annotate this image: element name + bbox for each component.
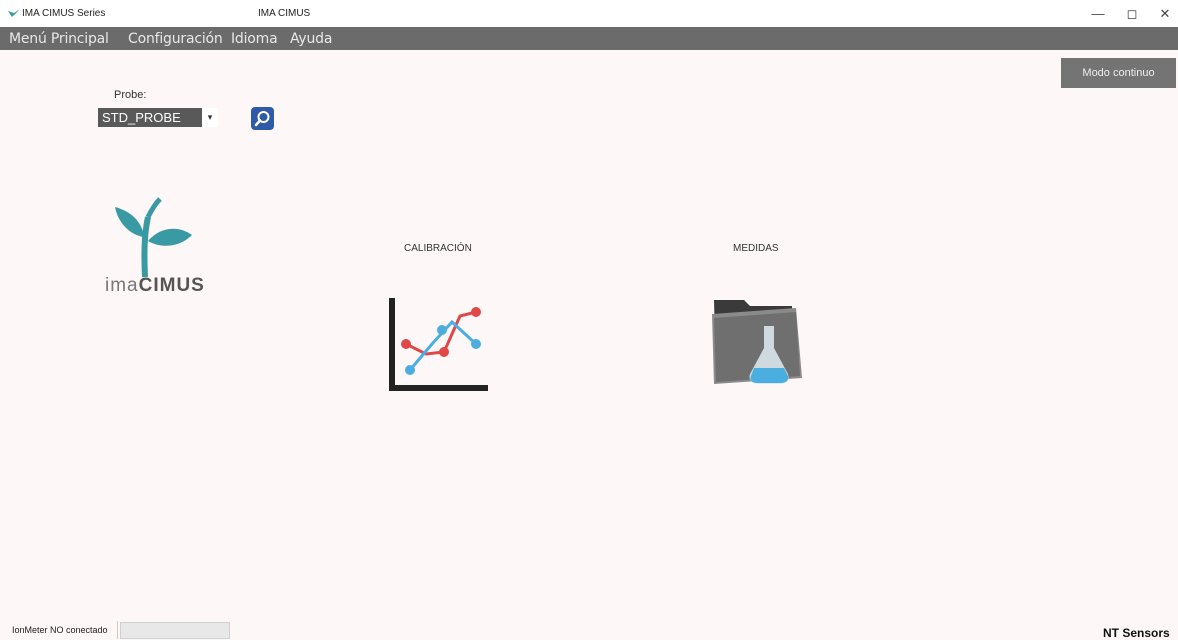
close-button[interactable]: ✕	[1150, 4, 1178, 24]
brand-label: NT Sensors	[1103, 626, 1170, 640]
app-title: IMA CIMUS Series	[22, 8, 106, 19]
menu-bar: Menú Principal Configuración Idioma Ayud…	[0, 27, 1178, 50]
calibracion-label: CALIBRACIÓN	[404, 243, 472, 254]
search-icon	[254, 111, 270, 127]
window-title: IMA CIMUS	[258, 8, 311, 19]
probe-select[interactable]: STD_PROBE ▾	[98, 108, 218, 127]
menu-ayuda[interactable]: Ayuda	[290, 31, 332, 47]
maximize-button[interactable]: ◻	[1117, 4, 1147, 24]
status-bar: IonMeter NO conectado	[0, 621, 1178, 639]
title-bar: IMA CIMUS Series IMA CIMUS — ◻ ✕	[0, 0, 1178, 27]
medidas-label: MEDIDAS	[733, 243, 779, 254]
status-separator	[117, 621, 118, 639]
modo-continuo-button[interactable]: Modo continuo	[1061, 58, 1176, 88]
logo-text-light: ima	[105, 275, 139, 296]
chevron-down-icon[interactable]: ▾	[202, 108, 218, 127]
probe-label: Probe:	[114, 89, 147, 101]
menu-configuracion[interactable]: Configuración	[128, 31, 223, 47]
probe-selected-value: STD_PROBE	[102, 110, 181, 125]
menu-idioma[interactable]: Idioma	[231, 31, 278, 47]
measurements-folder-icon[interactable]	[710, 292, 810, 392]
calibration-chart-icon[interactable]	[388, 296, 492, 394]
app-leaf-icon	[8, 9, 20, 17]
minimize-button[interactable]: —	[1083, 4, 1113, 24]
logo-wordmark: imaCIMUS	[105, 275, 205, 297]
logo-text-bold: CIMUS	[138, 275, 205, 296]
connection-status: IonMeter NO conectado	[12, 625, 108, 635]
imacimus-logo-icon	[115, 197, 192, 278]
menu-principal[interactable]: Menú Principal	[9, 31, 109, 47]
status-progress-box	[120, 622, 230, 639]
search-probe-button[interactable]	[251, 107, 274, 130]
